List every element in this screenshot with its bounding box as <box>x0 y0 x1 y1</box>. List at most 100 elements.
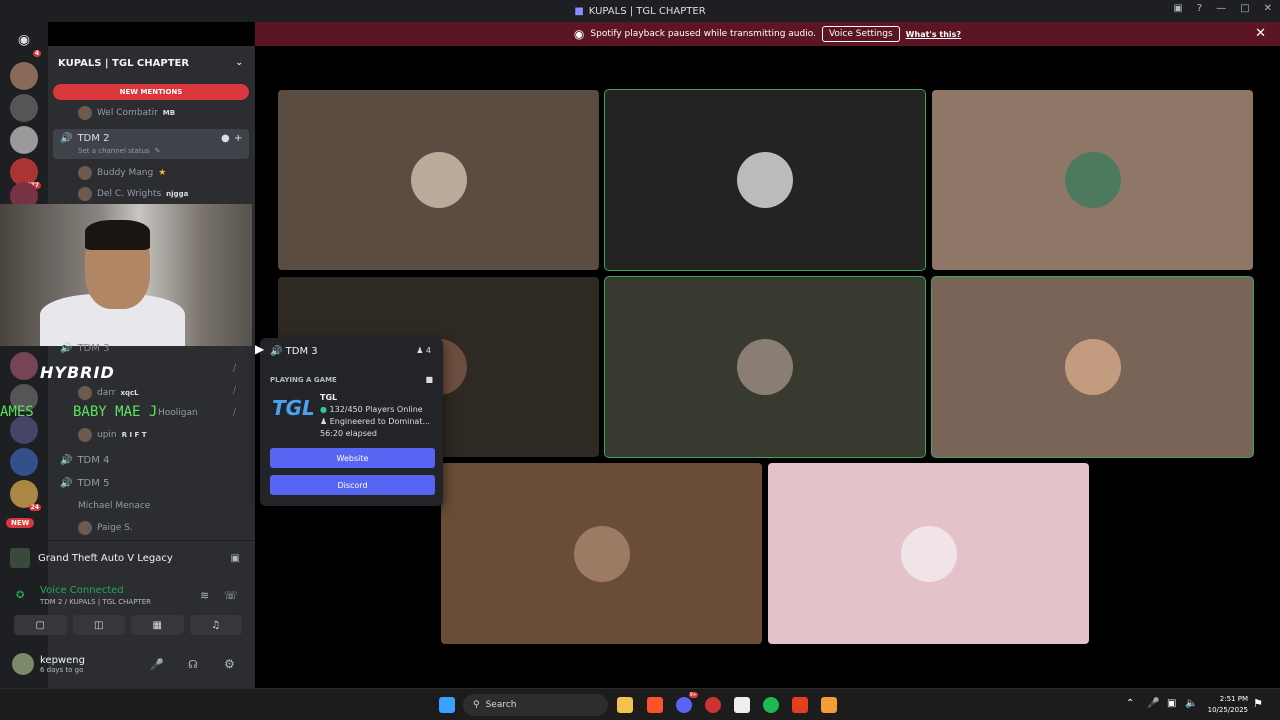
app-icon[interactable] <box>705 697 721 713</box>
participant-tile[interactable] <box>768 463 1089 644</box>
clock[interactable]: 2:51 PM 10/25/2025 <box>1208 694 1248 716</box>
server-icon[interactable]: 24 <box>10 480 41 511</box>
chevron-up-icon[interactable]: ⌃ <box>1126 698 1134 709</box>
chat-icon[interactable]: ● <box>221 133 230 144</box>
game-title: TGL <box>320 393 338 402</box>
mute-icon: ⧸ <box>233 408 237 418</box>
edit-icon: ✎ <box>154 147 161 155</box>
players-online: ● 132/450 Players Online <box>320 405 423 414</box>
globe-icon: ● <box>320 405 327 414</box>
avatar <box>78 187 92 201</box>
participant-tile[interactable] <box>605 277 925 457</box>
avatar <box>573 525 630 582</box>
app-icon[interactable] <box>792 697 808 713</box>
user-icon: ♟ <box>416 346 424 355</box>
notification-icon[interactable]: ⚑ <box>1253 697 1263 710</box>
server-icon[interactable] <box>10 94 38 122</box>
whats-this-link[interactable]: What's this? <box>906 30 961 39</box>
voice-connected-label[interactable]: Voice Connected <box>40 585 124 596</box>
voice-settings-button[interactable]: Voice Settings <box>821 26 900 42</box>
discord-taskbar-icon[interactable]: 9+ <box>676 692 698 713</box>
voice-member[interactable]: darr xqcL <box>78 386 139 400</box>
voice-member[interactable]: Del C. Wrights njgga <box>78 187 188 201</box>
discord-button[interactable]: Discord <box>270 475 435 495</box>
channel-tdm5[interactable]: 🔊 TDM 5 <box>60 478 109 489</box>
participant-tile[interactable] <box>932 277 1253 457</box>
help-icon[interactable]: ? <box>1197 3 1202 14</box>
close-icon[interactable]: ✕ <box>1255 26 1266 41</box>
app-icon[interactable] <box>821 697 837 713</box>
voice-channel-path[interactable]: TDM 2 / KUPALS | TGL CHAPTER <box>40 598 151 606</box>
game-activity[interactable]: Grand Theft Auto V Legacy ▣ <box>10 546 246 570</box>
username[interactable]: kepweng <box>40 655 85 666</box>
camera-button[interactable]: ▢ <box>14 615 67 635</box>
channel-tdm2[interactable]: 🔊 TDM 2 <box>60 133 109 144</box>
voice-member[interactable]: Paige S. <box>78 521 133 535</box>
voice-member[interactable]: Wel Combatir MB <box>78 106 175 120</box>
server-name: KUPALS | TGL CHAPTER <box>58 57 190 69</box>
close-button[interactable]: ✕ <box>1264 3 1272 14</box>
headphones-icon[interactable]: ☊ <box>188 658 198 671</box>
gear-icon[interactable]: ⚙ <box>224 657 235 671</box>
overlay-text: AMES <box>0 404 34 420</box>
avatar[interactable] <box>12 653 34 675</box>
game-icon <box>10 548 30 568</box>
voice-member[interactable]: upin R I F T <box>78 428 147 442</box>
voice-member[interactable]: Hooligan <box>158 408 198 418</box>
hybrid-logo-overlay: HYBRID <box>40 363 115 382</box>
participant-tile[interactable] <box>278 90 599 270</box>
avatar <box>78 166 92 180</box>
speaker-icon: 🔊 <box>270 346 283 357</box>
new-badge: NEW <box>6 518 35 528</box>
server-icon[interactable] <box>10 126 38 154</box>
microphone-icon[interactable]: 🎤 <box>150 658 164 671</box>
brave-icon[interactable] <box>647 697 663 713</box>
new-mentions-button[interactable]: NEW MENTIONS <box>53 84 249 100</box>
sidebar-divider <box>48 540 255 541</box>
minimize-button[interactable]: — <box>1216 3 1226 14</box>
server-icon[interactable] <box>10 416 38 444</box>
chevron-down-icon[interactable]: ⌄ <box>235 58 243 68</box>
person-hair <box>85 220 150 250</box>
voice-member[interactable]: Buddy Mang ★ <box>78 166 166 180</box>
game-description: ♟ Engineered to Dominat... <box>320 417 431 426</box>
noise-suppression-icon[interactable]: ≋ <box>200 589 209 602</box>
channel-status[interactable]: Set a channel status ✎ <box>78 147 161 155</box>
channel-tdm3[interactable]: 🔊 TDM 3 <box>60 343 109 354</box>
participant-tile[interactable] <box>932 90 1253 270</box>
participant-tile[interactable] <box>441 463 762 644</box>
overlay-text: BABY MAE J <box>73 404 158 420</box>
participant-tile[interactable] <box>605 90 925 270</box>
display-icon[interactable]: ▣ <box>1167 698 1176 709</box>
spotify-icon[interactable] <box>763 697 779 713</box>
microphone-icon[interactable]: 🎤 <box>1147 698 1159 709</box>
voice-signal-icon: ✪ <box>16 590 25 601</box>
channel-tdm4[interactable]: 🔊 TDM 4 <box>60 455 109 466</box>
maximize-button[interactable]: □ <box>1240 3 1249 14</box>
volume-icon[interactable]: 🔈 <box>1185 698 1197 709</box>
server-icon[interactable] <box>10 62 38 90</box>
controller-icon: ■ <box>425 375 433 384</box>
activity-icon[interactable]: ▣ <box>231 553 240 564</box>
start-icon[interactable] <box>439 697 455 713</box>
server-icon[interactable] <box>10 448 38 476</box>
playing-label: PLAYING A GAME <box>270 376 337 384</box>
popup-channel: 🔊 TDM 3 <box>270 346 318 357</box>
activities-button[interactable]: ▦ <box>131 615 184 635</box>
member-count: ♟ 4 <box>416 346 431 355</box>
notepad-icon[interactable] <box>734 697 750 713</box>
voice-member[interactable]: Michael Menace <box>78 501 150 511</box>
add-user-icon[interactable]: + <box>234 133 242 144</box>
inbox-icon[interactable]: ▣ <box>1173 3 1182 14</box>
disconnect-icon[interactable]: ☏ <box>224 589 238 602</box>
discord-home-icon[interactable]: ◉ 4 <box>10 26 41 57</box>
mute-icon: ⧸ <box>233 386 237 396</box>
server-icon[interactable] <box>10 352 38 380</box>
server-header[interactable]: KUPALS | TGL CHAPTER ⌄ <box>48 46 255 80</box>
soundboard-button[interactable]: ♫ <box>189 615 242 635</box>
search-box[interactable]: ⚲ Search <box>463 694 608 716</box>
file-explorer-icon[interactable] <box>617 697 633 713</box>
screen-share-button[interactable]: ◫ <box>72 615 125 635</box>
game-name: Grand Theft Auto V Legacy <box>38 552 173 564</box>
website-button[interactable]: Website <box>270 448 435 468</box>
